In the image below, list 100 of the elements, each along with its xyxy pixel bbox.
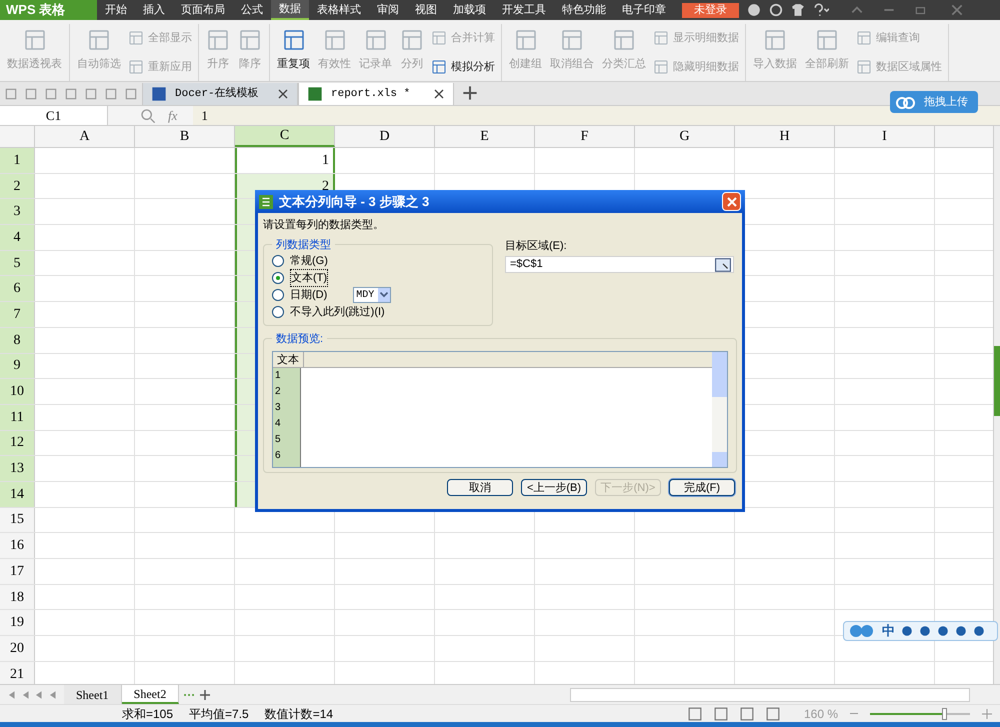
row-header[interactable]: 15 bbox=[0, 508, 35, 532]
row-header[interactable]: 13 bbox=[0, 456, 35, 481]
row-header[interactable]: 7 bbox=[0, 302, 35, 327]
ribbon-button[interactable]: 模拟分析 bbox=[429, 58, 497, 75]
menu-tab[interactable]: 公式 bbox=[233, 0, 271, 20]
wrench-icon[interactable] bbox=[973, 625, 985, 637]
menu-tab[interactable]: 加载项 bbox=[445, 0, 494, 20]
column-header[interactable]: D bbox=[335, 126, 435, 147]
menu-tab[interactable]: 开始 bbox=[97, 0, 135, 20]
scrollbar-thumb[interactable] bbox=[994, 346, 1000, 416]
row-header[interactable]: 6 bbox=[0, 276, 35, 302]
page-view-icon[interactable] bbox=[714, 706, 728, 720]
row-header[interactable]: 2 bbox=[0, 174, 35, 198]
ime-toolbar[interactable]: 中 bbox=[843, 621, 998, 641]
menu-tab[interactable]: 视图 bbox=[407, 0, 445, 20]
row-header[interactable]: 11 bbox=[0, 404, 35, 430]
column-header[interactable]: C bbox=[235, 126, 335, 147]
row-header[interactable]: 10 bbox=[0, 379, 35, 404]
plus-icon[interactable] bbox=[199, 688, 212, 700]
vertical-scrollbar[interactable] bbox=[712, 352, 727, 466]
row-header[interactable]: 9 bbox=[0, 354, 35, 378]
row-header[interactable]: 20 bbox=[0, 636, 35, 661]
dialog-button[interactable]: 取消 bbox=[447, 478, 513, 496]
date-format-select[interactable]: MDY bbox=[353, 287, 392, 303]
row-header[interactable]: 17 bbox=[0, 559, 35, 584]
radio-button[interactable] bbox=[272, 272, 284, 284]
menu-tab[interactable]: 审阅 bbox=[369, 0, 407, 20]
close-button[interactable] bbox=[722, 192, 741, 211]
ime-mode[interactable]: 中 bbox=[882, 621, 895, 641]
app-menu-button[interactable]: WPS 表格 bbox=[0, 0, 97, 20]
row-header[interactable]: 18 bbox=[0, 584, 35, 610]
menu-tab[interactable]: 插入 bbox=[135, 0, 173, 20]
menu-tab[interactable]: 页面布局 bbox=[173, 0, 233, 20]
document-tab[interactable]: Docer-在线模板 bbox=[142, 83, 298, 105]
last-sheet-icon[interactable] bbox=[48, 690, 56, 700]
fullscreen-icon[interactable] bbox=[766, 706, 780, 720]
dialog-button[interactable]: 完成(F) bbox=[669, 478, 735, 496]
moon-icon[interactable] bbox=[901, 625, 913, 637]
print-icon[interactable] bbox=[44, 86, 58, 100]
help-icon[interactable] bbox=[813, 3, 829, 17]
person-icon[interactable] bbox=[955, 625, 967, 637]
column-header[interactable]: F bbox=[535, 126, 635, 147]
plus-icon[interactable] bbox=[462, 85, 478, 101]
sheet-tab[interactable]: Sheet2 bbox=[122, 685, 180, 704]
menu-tab[interactable]: 开发工具 bbox=[494, 0, 554, 20]
row-header[interactable]: 4 bbox=[0, 225, 35, 250]
range-select-icon[interactable] bbox=[715, 258, 731, 272]
zoom-icon[interactable] bbox=[140, 108, 156, 124]
column-header[interactable]: G bbox=[635, 126, 735, 147]
document-tab[interactable]: report.xls * bbox=[298, 83, 454, 105]
horizontal-scrollbar[interactable] bbox=[570, 688, 970, 702]
formula-field[interactable]: 1 bbox=[193, 106, 1000, 125]
close-icon[interactable] bbox=[433, 88, 445, 100]
target-field[interactable]: =$C$1 bbox=[505, 256, 734, 273]
previous-sheet-icon[interactable] bbox=[22, 690, 29, 700]
column-header[interactable]: A bbox=[35, 126, 135, 147]
row-header[interactable]: 21 bbox=[0, 662, 35, 684]
ribbon-button[interactable]: 重复项 bbox=[274, 28, 313, 72]
radio-button[interactable] bbox=[272, 289, 284, 301]
undo-icon[interactable] bbox=[84, 86, 98, 100]
row-header[interactable]: 1 bbox=[0, 148, 35, 173]
sheet-tab[interactable]: Sheet1 bbox=[64, 685, 122, 704]
save-icon[interactable] bbox=[24, 86, 38, 100]
page-break-icon[interactable] bbox=[740, 706, 754, 720]
shirt-icon[interactable] bbox=[791, 3, 805, 17]
radio-button[interactable] bbox=[272, 255, 284, 267]
row-header[interactable]: 3 bbox=[0, 199, 35, 224]
refresh-icon[interactable] bbox=[769, 3, 783, 17]
column-header[interactable]: H bbox=[735, 126, 835, 147]
radio-label[interactable]: 不导入此列(跳过)(I) bbox=[290, 304, 385, 320]
normal-view-icon[interactable] bbox=[688, 706, 702, 720]
dropdown-icon[interactable] bbox=[124, 86, 138, 100]
dot-icon[interactable] bbox=[919, 625, 931, 637]
radio-label[interactable]: 常规(G) bbox=[290, 252, 328, 270]
row-header[interactable]: 8 bbox=[0, 328, 35, 352]
row-header[interactable]: 5 bbox=[0, 250, 35, 276]
next-sheet-icon[interactable] bbox=[35, 690, 42, 700]
folder-icon[interactable] bbox=[4, 86, 18, 100]
name-box[interactable]: C1 bbox=[0, 106, 108, 125]
zoom-slider[interactable] bbox=[870, 708, 970, 720]
radio-label[interactable]: 文本(T) bbox=[290, 268, 328, 288]
radio-label[interactable]: 日期(D) bbox=[290, 286, 328, 304]
menu-tab[interactable]: 电子印章 bbox=[614, 0, 674, 20]
zoom-in-icon[interactable] bbox=[982, 708, 992, 718]
dialog-button[interactable]: <上一步(B) bbox=[521, 478, 587, 496]
row-header[interactable]: 14 bbox=[0, 482, 35, 507]
keyboard-icon[interactable] bbox=[937, 625, 949, 637]
preview-icon[interactable] bbox=[64, 86, 78, 100]
column-header[interactable]: E bbox=[435, 126, 535, 147]
redo-icon[interactable] bbox=[104, 86, 118, 100]
close-icon[interactable] bbox=[277, 88, 289, 100]
menu-tab[interactable]: 数据 bbox=[271, 0, 309, 20]
column-header[interactable]: I bbox=[835, 126, 935, 147]
row-header[interactable]: 12 bbox=[0, 430, 35, 456]
menu-tab[interactable]: 表格样式 bbox=[309, 0, 369, 20]
gem-icon[interactable] bbox=[747, 3, 761, 17]
first-sheet-icon[interactable] bbox=[8, 690, 16, 700]
row-header[interactable]: 16 bbox=[0, 533, 35, 558]
row-header[interactable]: 19 bbox=[0, 610, 35, 636]
radio-button[interactable] bbox=[272, 306, 284, 318]
